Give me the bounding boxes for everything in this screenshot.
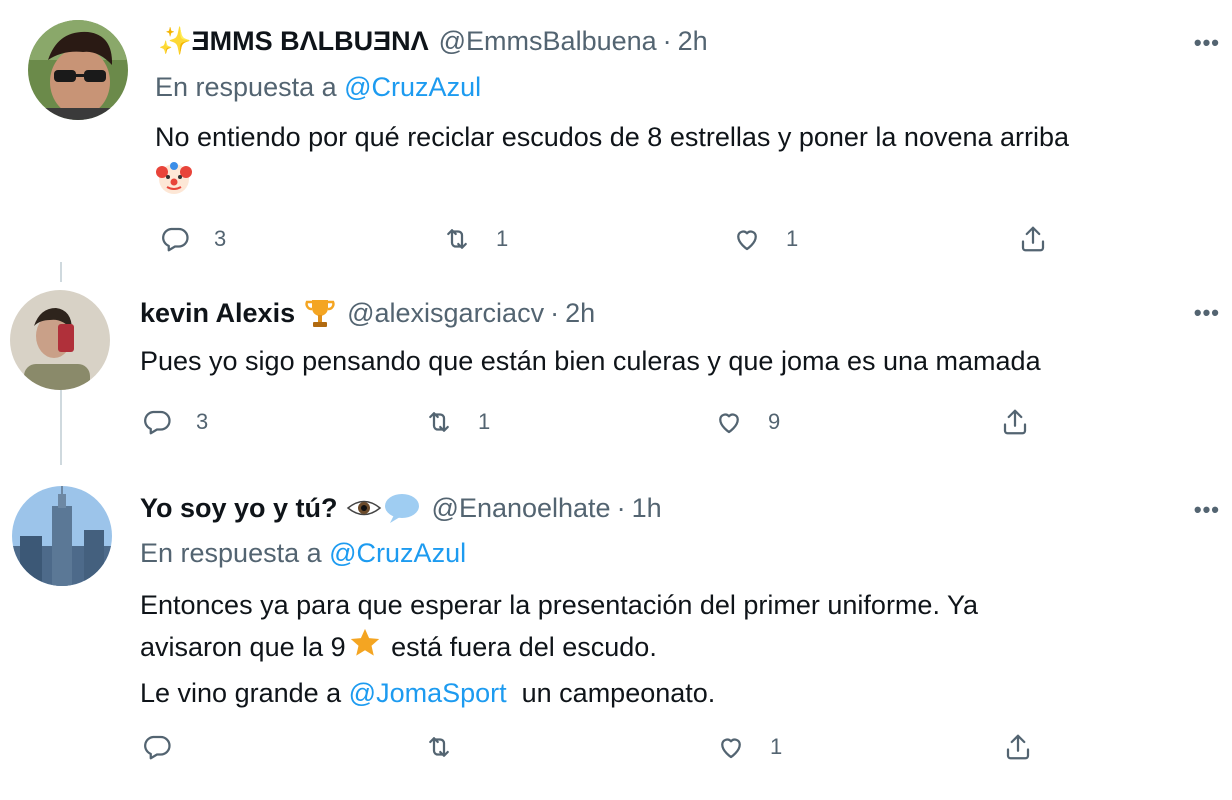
retweet-button[interactable]	[424, 732, 478, 762]
like-button[interactable]: 1	[732, 224, 798, 254]
replying-to: En respuesta a @CruzAzul	[140, 538, 466, 569]
tweet-actions: 3 1 9	[0, 407, 1232, 447]
more-options-icon[interactable]: •••	[1194, 300, 1220, 326]
retweet-count: 1	[478, 409, 491, 434]
trophy-icon	[303, 296, 337, 330]
reply-icon	[144, 735, 171, 760]
tweet-header: kevin Alexis @alexisgarciacv · 2h	[140, 296, 595, 330]
tweet-text-line: Entonces ya para que esperar la presenta…	[140, 590, 978, 620]
like-count: 9	[768, 409, 781, 434]
handle[interactable]: @Enanoelhate	[432, 491, 611, 525]
share-icon	[1006, 734, 1030, 760]
avatar[interactable]	[10, 290, 110, 390]
tweet-text-line: Pues yo sigo pensando que están bien cul…	[140, 346, 1041, 376]
more-options-icon[interactable]: •••	[1194, 30, 1220, 56]
star-icon	[348, 626, 382, 672]
more-options-icon[interactable]: •••	[1194, 497, 1220, 523]
replying-to: En respuesta a @CruzAzul	[155, 72, 481, 103]
heart-icon	[719, 413, 739, 434]
tweet-text-line: No entiendo por qué reciclar escudos de …	[155, 122, 1070, 152]
like-count: 1	[786, 226, 799, 251]
retweet-icon	[447, 229, 467, 249]
tweet-3[interactable]: Yo soy yo y tú? @Enanoelhate · 1h ••• En…	[0, 470, 1232, 800]
retweet-icon	[429, 412, 449, 432]
mention-link[interactable]: @CruzAzul	[329, 538, 466, 568]
timestamp[interactable]: 2h	[678, 24, 708, 58]
share-icon	[1003, 409, 1027, 435]
separator-dot: ·	[616, 493, 626, 523]
retweet-count: 1	[496, 226, 509, 251]
reply-button[interactable]: 3	[142, 407, 208, 437]
display-name[interactable]: ✨ƎMMS BΛLBUƎNΛ	[158, 24, 429, 58]
share-icon	[1021, 226, 1045, 252]
replying-prefix: En respuesta a	[155, 72, 337, 102]
like-button[interactable]: 9	[714, 407, 780, 437]
clown-face-icon	[155, 158, 1069, 206]
share-button[interactable]	[1003, 732, 1033, 762]
reply-button[interactable]	[142, 732, 196, 762]
tweet-1[interactable]: ✨ƎMMS BΛLBUƎNΛ @EmmsBalbuena · 2h ••• En…	[0, 0, 1232, 270]
heart-icon	[721, 738, 741, 759]
handle[interactable]: @EmmsBalbuena	[439, 24, 657, 58]
replying-prefix: En respuesta a	[140, 538, 322, 568]
share-button[interactable]	[1000, 407, 1030, 437]
reply-button[interactable]: 3	[160, 224, 226, 254]
mention-link[interactable]: @JomaSport	[349, 678, 507, 708]
like-button[interactable]: 1	[716, 732, 782, 762]
timestamp[interactable]: 1h	[632, 491, 662, 525]
tweet-text-line: Le vino grande a @JomaSport un campeonat…	[140, 678, 716, 708]
like-count: 1	[770, 734, 783, 759]
reply-icon	[162, 227, 189, 252]
tweet-text-line: avisaron que la 9 está fuera del escudo.	[140, 626, 978, 672]
tweet-text: Pues yo sigo pensando que están bien cul…	[140, 342, 1041, 380]
reply-count: 3	[214, 226, 227, 251]
avatar[interactable]	[28, 20, 128, 120]
timestamp[interactable]: 2h	[565, 296, 595, 330]
separator-dot: ·	[550, 298, 560, 328]
retweet-button[interactable]: 1	[424, 407, 490, 437]
share-button[interactable]	[1018, 224, 1048, 254]
separator-dot: ·	[662, 26, 672, 56]
retweet-icon	[429, 737, 449, 757]
tweet-header: ✨ƎMMS BΛLBUƎNΛ @EmmsBalbuena · 2h	[158, 24, 708, 58]
tweet-header: Yo soy yo y tú? @Enanoelhate · 1h	[140, 491, 662, 525]
retweet-button[interactable]: 1	[442, 224, 508, 254]
handle[interactable]: @alexisgarciacv	[347, 296, 544, 330]
reply-icon	[144, 410, 171, 435]
tweet-actions: 1	[0, 732, 1232, 772]
reply-count: 3	[196, 409, 209, 434]
display-name[interactable]: Yo soy yo y tú?	[140, 491, 338, 525]
mention-link[interactable]: @CruzAzul	[344, 72, 481, 102]
heart-icon	[737, 230, 757, 251]
tweet-text: No entiendo por qué reciclar escudos de …	[155, 118, 1069, 206]
thread-line	[60, 390, 62, 465]
tweet-2[interactable]: kevin Alexis @alexisgarciacv · 2h ••• Pu…	[0, 270, 1232, 470]
tweet-actions: 3 1 1	[0, 224, 1232, 264]
avatar[interactable]	[12, 486, 112, 586]
eye-in-speech-bubble-icon	[346, 491, 422, 525]
display-name[interactable]: kevin Alexis	[140, 296, 295, 330]
tweet-text: Entonces ya para que esperar la presenta…	[140, 584, 978, 714]
